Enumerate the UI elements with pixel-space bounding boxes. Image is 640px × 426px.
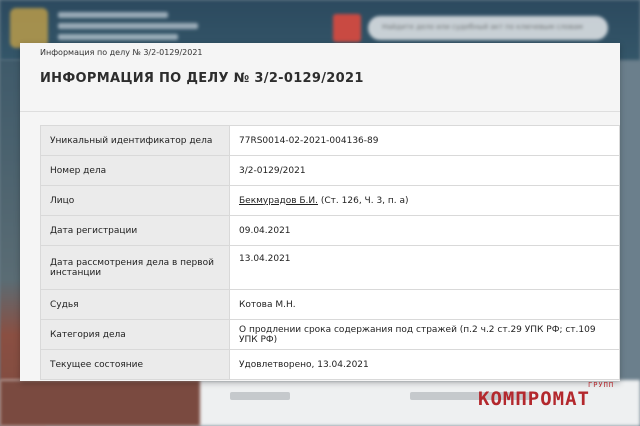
background-sidebar-lower <box>0 380 200 426</box>
table-row: Дата регистрации 09.04.2021 <box>40 215 620 246</box>
divider <box>20 111 620 112</box>
background-cell <box>230 392 290 400</box>
watermark-logo: КОМПРОМАТ <box>478 388 590 410</box>
table-row: Дата рассмотрения дела в первой инстанци… <box>40 245 620 290</box>
table-row: Номер дела 3/2-0129/2021 <box>40 155 620 186</box>
row-label: Лицо <box>40 185 230 216</box>
court-emblem-icon <box>10 8 48 48</box>
row-label: Судья <box>40 289 230 320</box>
row-value: 09.04.2021 <box>229 215 620 246</box>
table-row: Текущее состояние Удовлетворено, 13.04.2… <box>40 349 620 380</box>
row-value: Бекмурадов Б.И. (Ст. 126, Ч. 3, п. а) <box>229 185 620 216</box>
row-value: О продлении срока содержания под стражей… <box>229 319 620 350</box>
row-value: 3/2-0129/2021 <box>229 155 620 186</box>
case-info-panel: Информация по делу № 3/2-0129/2021 ИНФОР… <box>20 43 620 381</box>
site-title-line <box>58 34 178 40</box>
row-value: Удовлетворено, 13.04.2021 <box>229 349 620 380</box>
breadcrumb[interactable]: Информация по делу № 3/2-0129/2021 <box>40 48 203 57</box>
row-label: Уникальный идентификатор дела <box>40 125 230 156</box>
search-input[interactable]: Найдите дело или судебный акт по ключевы… <box>368 16 608 40</box>
page-title: ИНФОРМАЦИЯ ПО ДЕЛУ № 3/2-0129/2021 <box>40 71 364 86</box>
table-row: Категория дела О продлении срока содержа… <box>40 319 620 350</box>
table-row: Уникальный идентификатор дела 77RS0014-0… <box>40 125 620 156</box>
site-title-line <box>58 23 198 29</box>
row-value: 77RS0014-02-2021-004136-89 <box>229 125 620 156</box>
row-label: Дата регистрации <box>40 215 230 246</box>
row-label: Номер дела <box>40 155 230 186</box>
menu-button[interactable] <box>333 14 361 42</box>
person-link[interactable]: Бекмурадов Б.И. <box>239 196 318 206</box>
table-row: Судья Котова М.Н. <box>40 289 620 320</box>
site-title-line <box>58 12 168 18</box>
case-details-table: Уникальный идентификатор дела 77RS0014-0… <box>40 125 620 380</box>
search-placeholder: Найдите дело или судебный акт по ключевы… <box>382 23 583 31</box>
article-text: (Ст. 126, Ч. 3, п. а) <box>320 195 409 206</box>
table-row: Лицо Бекмурадов Б.И. (Ст. 126, Ч. 3, п. … <box>40 185 620 216</box>
row-value: Котова М.Н. <box>229 289 620 320</box>
row-value: 13.04.2021 <box>229 245 620 290</box>
watermark-sub: ГРУПП <box>588 381 615 389</box>
row-label: Дата рассмотрения дела в первой инстанци… <box>40 245 230 290</box>
row-label: Категория дела <box>40 319 230 350</box>
row-label: Текущее состояние <box>40 349 230 380</box>
